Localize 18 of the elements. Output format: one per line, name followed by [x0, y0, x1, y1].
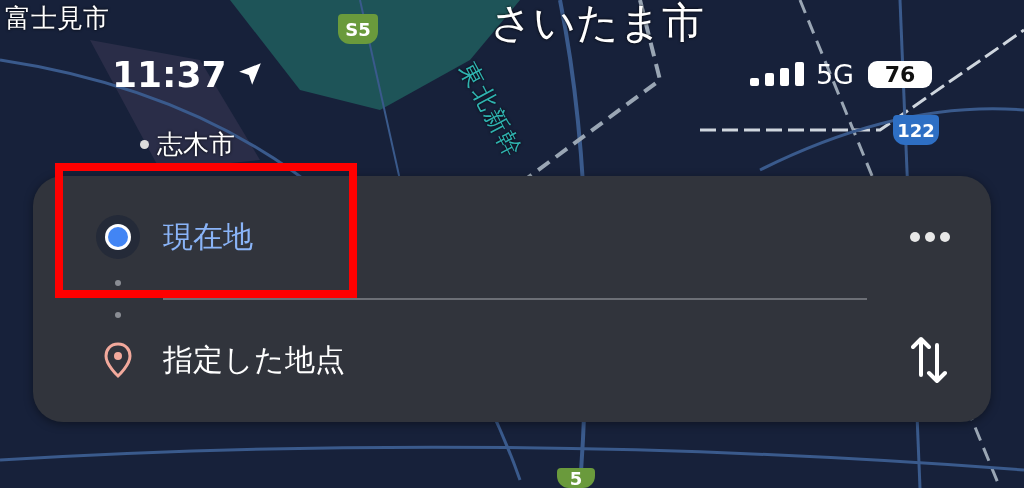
destination-field[interactable]: 指定した地点: [163, 339, 911, 381]
network-type: 5G: [815, 58, 854, 90]
dotted-connector-icon: [115, 278, 121, 320]
road-shield: 122: [893, 115, 939, 145]
more-options-icon[interactable]: [909, 231, 951, 243]
place-dot-icon: [140, 139, 149, 149]
city-label: 志木市: [157, 130, 235, 159]
battery-level: 76: [868, 60, 932, 88]
city-label: 富士見市: [5, 4, 109, 33]
current-location-icon: [96, 215, 140, 259]
rail-line-label: 東北新幹: [454, 58, 527, 163]
city-label: さいたま市: [490, 0, 704, 47]
status-time: 11:37: [112, 53, 227, 95]
signal-icon: [749, 62, 804, 86]
origin-field[interactable]: 現在地: [163, 216, 909, 258]
road-shield: 5: [557, 468, 595, 488]
road-shield: S5: [338, 14, 378, 44]
swap-icon[interactable]: [911, 335, 947, 385]
